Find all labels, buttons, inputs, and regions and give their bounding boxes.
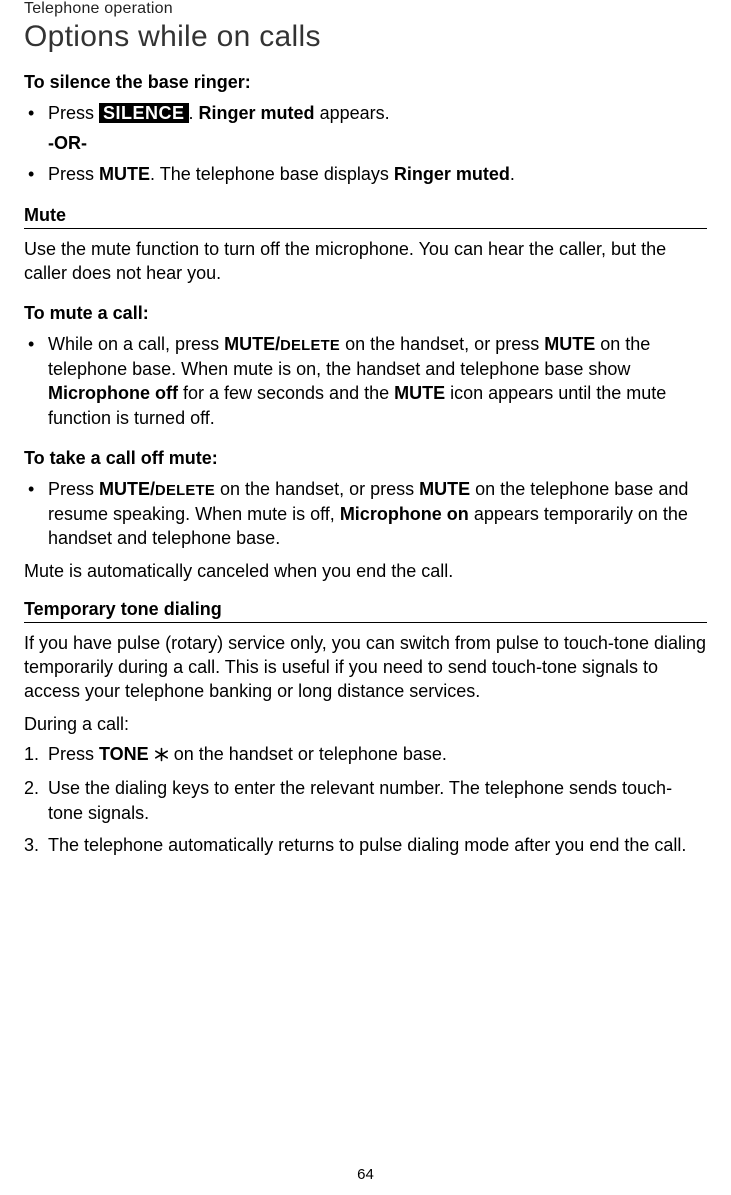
text: on the handset or telephone base. <box>169 744 447 764</box>
text: on the handset, or press <box>215 479 419 499</box>
chapter-label: Telephone operation <box>24 0 707 18</box>
list-item: Press SILENCE. Ringer muted appears. <box>24 101 707 125</box>
display-msg: Microphone off <box>48 383 178 403</box>
mute-icon-label: MUTE <box>394 383 445 403</box>
text: . The telephone base displays <box>150 164 394 184</box>
text: Press <box>48 479 99 499</box>
list-item: Press TONE on the handset or telephone b… <box>24 742 707 768</box>
tone-during: During a call: <box>24 712 707 736</box>
text: appears. <box>315 103 390 123</box>
button-label-mute: MUTE <box>99 164 150 184</box>
button-label-mute: MUTE <box>419 479 470 499</box>
list-item: The telephone automatically returns to p… <box>24 833 707 857</box>
text: on the handset, or press <box>340 334 544 354</box>
text: While on a call, press <box>48 334 224 354</box>
heading-mute: Mute <box>24 205 707 229</box>
text: Press <box>48 744 99 764</box>
display-msg: Microphone on <box>340 504 469 524</box>
button-label-tone: TONE <box>99 744 149 764</box>
heading-unmute-call: To take a call off mute: <box>24 448 707 469</box>
list-item: Press MUTE. The telephone base displays … <box>24 162 707 186</box>
heading-tone-dialing: Temporary tone dialing <box>24 599 707 623</box>
asterisk-icon <box>154 744 169 768</box>
or-separator: -OR- <box>24 133 707 154</box>
tone-intro: If you have pulse (rotary) service only,… <box>24 631 707 704</box>
text: Press <box>48 164 99 184</box>
list-item: Use the dialing keys to enter the releva… <box>24 776 707 825</box>
button-label-mute-delete: MUTE/DELETE <box>224 334 340 354</box>
text: for a few seconds and the <box>178 383 394 403</box>
button-label-mute-delete: MUTE/DELETE <box>99 479 215 499</box>
mute-note: Mute is automatically canceled when you … <box>24 559 707 583</box>
mute-intro: Use the mute function to turn off the mi… <box>24 237 707 286</box>
text: . <box>510 164 515 184</box>
heading-silence-ringer: To silence the base ringer: <box>24 72 707 93</box>
display-msg: Ringer muted <box>199 103 315 123</box>
list-item: While on a call, press MUTE/DELETE on th… <box>24 332 707 430</box>
button-label-silence: SILENCE <box>99 103 189 123</box>
display-msg: Ringer muted <box>394 164 510 184</box>
text: . <box>189 103 199 123</box>
page-number: 64 <box>0 1166 731 1183</box>
heading-mute-call: To mute a call: <box>24 303 707 324</box>
list-item: Press MUTE/DELETE on the handset, or pre… <box>24 477 707 551</box>
text: Press <box>48 103 99 123</box>
page-title: Options while on calls <box>24 20 707 54</box>
button-label-mute: MUTE <box>544 334 595 354</box>
